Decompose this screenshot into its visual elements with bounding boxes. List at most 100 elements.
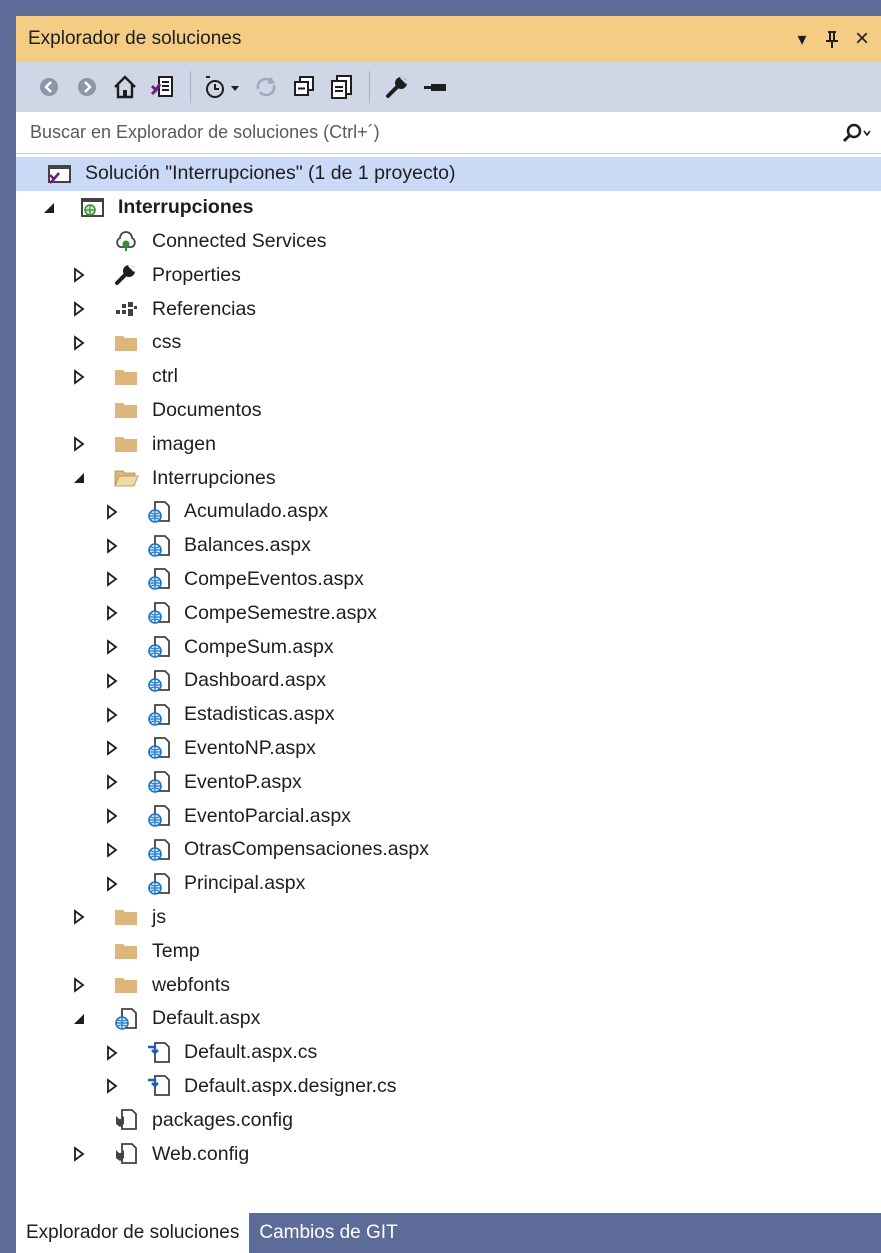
tree-row[interactable]: Dashboard.aspx <box>16 664 881 698</box>
collapsed-arrow-icon[interactable] <box>71 335 87 351</box>
sync-icon[interactable] <box>247 68 285 106</box>
dropdown-icon[interactable]: ▾ <box>787 24 817 54</box>
tree-row-label: Referencias <box>152 297 257 320</box>
collapsed-arrow-icon[interactable] <box>104 673 120 689</box>
cs-file-icon <box>146 1040 172 1066</box>
collapsed-arrow-icon[interactable] <box>104 842 120 858</box>
tree-row[interactable]: CompeEventos.aspx <box>16 563 881 597</box>
tree-row-label: Default.aspx <box>152 1007 261 1030</box>
tree-row-solution[interactable]: Solución "Interrupciones" (1 de 1 proyec… <box>16 157 881 191</box>
collapsed-arrow-icon[interactable] <box>71 909 87 926</box>
collapsed-arrow-icon[interactable] <box>104 774 120 791</box>
tree-row-label: Temp <box>152 939 200 962</box>
collapsed-arrow-icon[interactable] <box>104 605 120 622</box>
pin-icon[interactable] <box>817 24 847 54</box>
tab-git-changes[interactable]: Cambios de GIT <box>249 1213 407 1253</box>
show-all-files-icon[interactable] <box>323 68 361 106</box>
close-button[interactable]: × <box>847 24 877 54</box>
solution-tree: Solución "Interrupciones" (1 de 1 proyec… <box>16 157 881 1171</box>
tree-row[interactable]: Documentos <box>16 394 881 428</box>
collapsed-arrow-icon[interactable] <box>104 571 120 588</box>
tree-row-label: Solución "Interrupciones" (1 de 1 proyec… <box>85 162 456 185</box>
tree-row[interactable]: Balances.aspx <box>16 529 881 563</box>
tree-row[interactable]: CompeSum.aspx <box>16 630 881 664</box>
collapsed-arrow-icon[interactable] <box>71 1146 87 1162</box>
tree-row[interactable]: Default.aspx.cs <box>16 1036 881 1070</box>
tree-row[interactable]: Estadisticas.aspx <box>16 698 881 732</box>
tree-row-label: Dashboard.aspx <box>184 669 327 692</box>
collapsed-arrow-icon[interactable] <box>71 368 87 385</box>
search-input[interactable] <box>30 122 833 143</box>
properties-icon[interactable] <box>378 68 416 106</box>
folder-icon <box>113 938 139 964</box>
aspx-file-icon <box>113 1006 139 1032</box>
home-icon[interactable] <box>106 68 144 106</box>
aspx-file-icon <box>146 566 172 592</box>
expanded-arrow-icon[interactable] <box>71 470 87 486</box>
toolbar-separator <box>369 71 370 103</box>
tree-row-label: OtrasCompensaciones.aspx <box>184 838 429 861</box>
aspx-file-icon <box>146 735 172 761</box>
tree-row[interactable]: Interrupciones <box>16 191 881 225</box>
tree-row[interactable]: EventoNP.aspx <box>16 732 881 766</box>
tree-row[interactable]: EventoP.aspx <box>16 765 881 799</box>
tree-row[interactable]: CompeSemestre.aspx <box>16 596 881 630</box>
tree-row[interactable]: packages.config <box>16 1103 881 1137</box>
tree-row[interactable]: Temp <box>16 934 881 968</box>
search-bar <box>16 112 881 154</box>
connected-services-icon <box>113 228 139 254</box>
tree-row[interactable]: EventoParcial.aspx <box>16 799 881 833</box>
wrench-icon <box>113 262 139 288</box>
expanded-arrow-icon[interactable] <box>41 200 57 216</box>
collapsed-arrow-icon[interactable] <box>104 706 120 723</box>
collapsed-arrow-icon[interactable] <box>104 875 120 892</box>
aspx-file-icon <box>146 533 172 559</box>
tree-row[interactable]: Referencias <box>16 292 881 326</box>
tree-row[interactable]: Connected Services <box>16 225 881 259</box>
collapsed-arrow-icon[interactable] <box>71 436 87 453</box>
tree-row[interactable]: imagen <box>16 427 881 461</box>
aspx-file-icon <box>146 702 172 728</box>
collapsed-arrow-icon[interactable] <box>104 639 120 655</box>
tree-row[interactable]: Default.aspx.designer.cs <box>16 1070 881 1104</box>
preview-icon[interactable] <box>416 68 454 106</box>
back-icon[interactable] <box>30 68 68 106</box>
collapsed-arrow-icon[interactable] <box>104 808 120 824</box>
tree-row[interactable]: Acumulado.aspx <box>16 495 881 529</box>
pending-changes-filter-icon[interactable] <box>199 68 247 106</box>
tree-row[interactable]: Interrupciones <box>16 461 881 495</box>
tree-row[interactable]: webfonts <box>16 968 881 1002</box>
tree-row-label: Default.aspx.cs <box>184 1041 318 1064</box>
switch-views-icon[interactable] <box>144 68 182 106</box>
tree-row[interactable]: js <box>16 901 881 935</box>
panel-title: Explorador de soluciones <box>28 28 242 49</box>
collapsed-arrow-icon[interactable] <box>104 1044 120 1061</box>
tree-row-label: Estadisticas.aspx <box>184 703 335 726</box>
config-file-icon <box>113 1107 139 1133</box>
collapse-all-icon[interactable] <box>285 68 323 106</box>
collapsed-arrow-icon[interactable] <box>71 977 87 993</box>
collapsed-arrow-icon[interactable] <box>104 1078 120 1095</box>
collapsed-arrow-icon[interactable] <box>104 537 120 554</box>
tree-row-label: packages.config <box>152 1108 293 1131</box>
tab-solution-explorer[interactable]: Explorador de soluciones <box>16 1213 250 1253</box>
collapsed-arrow-icon[interactable] <box>104 504 120 520</box>
tree-row[interactable]: Web.config <box>16 1137 881 1171</box>
tree-row[interactable]: Properties <box>16 258 881 292</box>
search-icon[interactable] <box>833 113 881 153</box>
collapsed-arrow-icon[interactable] <box>104 740 120 757</box>
tree-row-label: js <box>152 905 167 928</box>
folder-icon <box>113 397 139 423</box>
forward-icon[interactable] <box>68 68 106 106</box>
tree-row[interactable]: ctrl <box>16 360 881 394</box>
collapsed-arrow-icon[interactable] <box>71 301 87 317</box>
tree-row[interactable]: css <box>16 326 881 360</box>
tree-row[interactable]: OtrasCompensaciones.aspx <box>16 833 881 867</box>
folder-icon <box>113 431 139 457</box>
tree-row[interactable]: Default.aspx <box>16 1002 881 1036</box>
folder-icon <box>113 972 139 998</box>
references-icon <box>113 296 139 322</box>
expanded-arrow-icon[interactable] <box>71 1011 87 1027</box>
collapsed-arrow-icon[interactable] <box>71 267 87 284</box>
tree-row[interactable]: Principal.aspx <box>16 867 881 901</box>
